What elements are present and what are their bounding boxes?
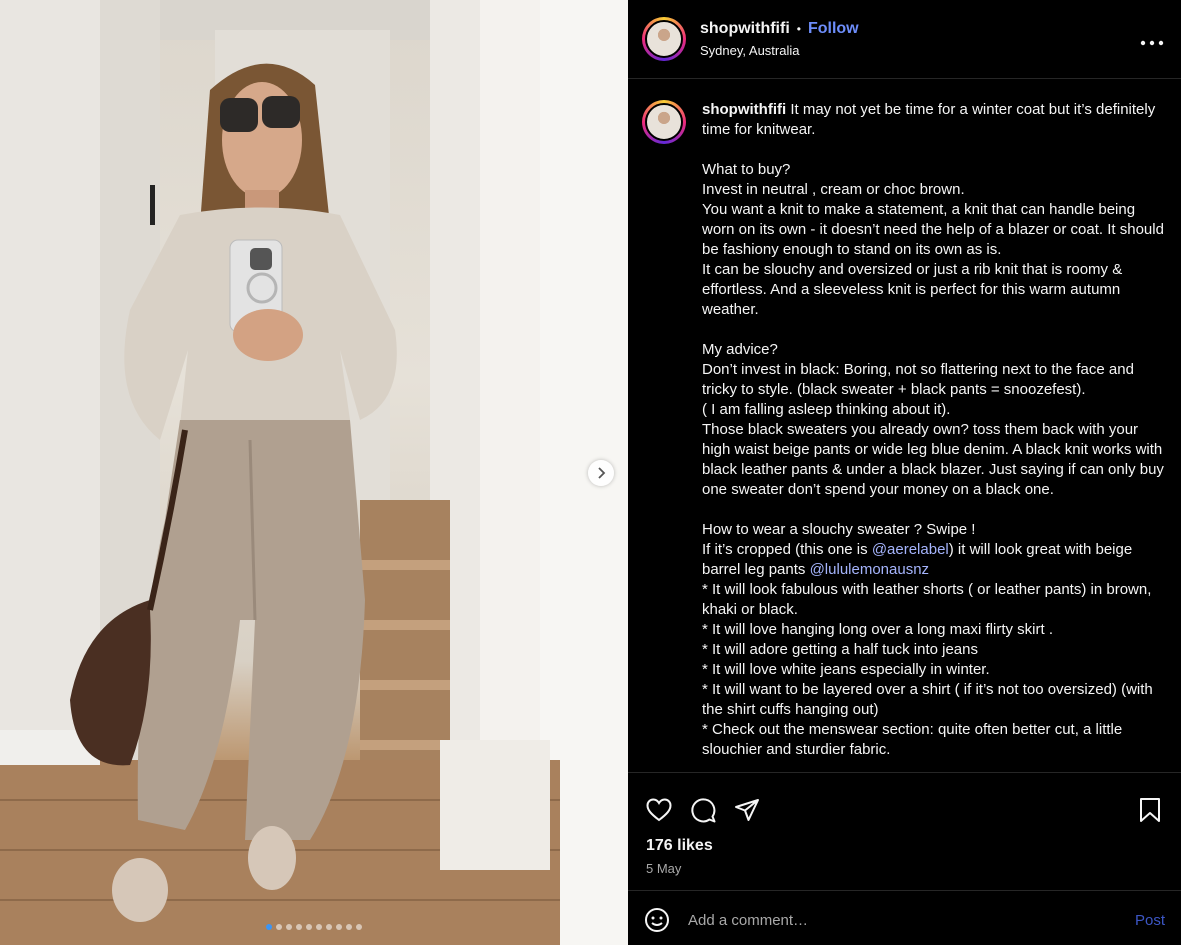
post-details-panel: shopwithfifi • Follow Sydney, Australia …	[628, 0, 1181, 945]
caption-line: * It will look fabulous with leather sho…	[702, 580, 1164, 620]
caption-line-text: * It will love white jeans especially in…	[702, 661, 990, 678]
carousel-dot	[296, 924, 302, 930]
caption-line: * It will love white jeans especially in…	[702, 660, 1164, 680]
carousel-indicator	[0, 924, 628, 930]
caption-line: You want a knit to make a statement, a k…	[702, 200, 1164, 260]
header-text: shopwithfifi • Follow Sydney, Australia	[700, 20, 1137, 58]
caption-line-text: Invest in neutral , cream or choc brown.	[702, 181, 965, 198]
post-photo[interactable]	[0, 0, 628, 945]
caption-line: What to buy?	[702, 160, 1164, 180]
caption-line-text: You want a knit to make a statement, a k…	[702, 201, 1164, 258]
comment-composer: Post	[628, 890, 1181, 945]
chevron-right-icon	[598, 467, 606, 479]
comment-icon	[691, 798, 716, 823]
mention-link[interactable]: @aerelabel	[872, 541, 949, 558]
caption-line: If it’s cropped (this one is @aerelabel)…	[702, 540, 1164, 580]
caption-line-text: If it’s cropped (this one is	[702, 541, 872, 558]
post-comment-button[interactable]: Post	[1135, 912, 1165, 929]
caption-line-text: * Check out the menswear section: quite …	[702, 721, 1123, 758]
carousel-dot	[306, 924, 312, 930]
caption-line: Don’t invest in black: Boring, not so fl…	[702, 360, 1164, 400]
carousel-dot	[356, 924, 362, 930]
save-button[interactable]	[1135, 795, 1165, 825]
carousel-dot	[276, 924, 282, 930]
carousel-dot	[336, 924, 342, 930]
caption-username[interactable]: shopwithfifi	[702, 101, 786, 118]
caption-line: shopwithfifi It may not yet be time for …	[702, 100, 1164, 140]
caption-line: It can be slouchy and oversized or just …	[702, 260, 1164, 320]
action-icons	[628, 773, 1181, 831]
caption-avatar[interactable]	[642, 100, 686, 144]
caption-line-text: Those black sweaters you already own? to…	[702, 421, 1164, 498]
caption-line: * It will adore getting a half tuck into…	[702, 640, 1164, 660]
caption-line-text: * It will love hanging long over a long …	[702, 621, 1053, 638]
caption-line-text: It can be slouchy and oversized or just …	[702, 261, 1123, 318]
post-header: shopwithfifi • Follow Sydney, Australia	[628, 0, 1181, 79]
more-horizontal-icon	[1140, 40, 1164, 46]
post-date[interactable]: 5 May	[646, 861, 1181, 876]
caption-line: * It will want to be layered over a shir…	[702, 680, 1164, 720]
caption-line: How to wear a slouchy sweater ? Swipe !	[702, 520, 1164, 540]
carousel-dot	[266, 924, 272, 930]
caption-line-text: * It will look fabulous with leather sho…	[702, 581, 1152, 618]
actions-bar: 176 likes 5 May Post	[628, 772, 1181, 945]
follow-button[interactable]: Follow	[808, 20, 859, 38]
caption-line: * It will love hanging long over a long …	[702, 620, 1164, 640]
caption-line: Invest in neutral , cream or choc brown.	[702, 180, 1164, 200]
carousel-dot	[286, 924, 292, 930]
caption-line: My advice?	[702, 340, 1164, 360]
more-options-button[interactable]	[1137, 26, 1167, 52]
caption-line-text: What to buy?	[702, 161, 791, 178]
comment-input[interactable]	[688, 911, 1135, 929]
caption-area: shopwithfifi It may not yet be time for …	[628, 80, 1181, 772]
carousel-dot	[316, 924, 322, 930]
caption-line-text: ( I am falling asleep thinking about it)…	[702, 401, 951, 418]
avatar[interactable]	[642, 17, 686, 61]
photo-scene	[0, 0, 628, 945]
caption-line: ( I am falling asleep thinking about it)…	[702, 400, 1164, 420]
mention-link[interactable]: @lululemonausnz	[810, 561, 929, 578]
caption-text: shopwithfifi It may not yet be time for …	[702, 100, 1164, 772]
caption-line-text: My advice?	[702, 341, 778, 358]
like-button[interactable]	[644, 795, 674, 825]
carousel-dot	[326, 924, 332, 930]
caption-line-text: * It will adore getting a half tuck into…	[702, 641, 978, 658]
share-icon	[735, 799, 759, 821]
username[interactable]: shopwithfifi	[700, 20, 790, 38]
bookmark-icon	[1140, 798, 1160, 822]
caption-line-text: * It will want to be layered over a shir…	[702, 681, 1153, 718]
carousel-dot	[346, 924, 352, 930]
caption-line-text: How to wear a slouchy sweater ? Swipe !	[702, 521, 976, 538]
likes-count[interactable]: 176 likes	[646, 837, 1181, 855]
emoji-icon[interactable]	[644, 907, 670, 933]
caption-line: * Check out the menswear section: quite …	[702, 720, 1164, 760]
caption-line: Those black sweaters you already own? to…	[702, 420, 1164, 500]
share-button[interactable]	[732, 795, 762, 825]
heart-icon	[646, 798, 672, 822]
separator: •	[796, 22, 801, 36]
header-row: shopwithfifi • Follow	[700, 20, 1137, 38]
comment-button[interactable]	[688, 795, 718, 825]
location-link[interactable]: Sydney, Australia	[700, 43, 1137, 58]
caption-line-text: Don’t invest in black: Boring, not so fl…	[702, 361, 1134, 398]
next-slide-button[interactable]	[588, 460, 614, 486]
